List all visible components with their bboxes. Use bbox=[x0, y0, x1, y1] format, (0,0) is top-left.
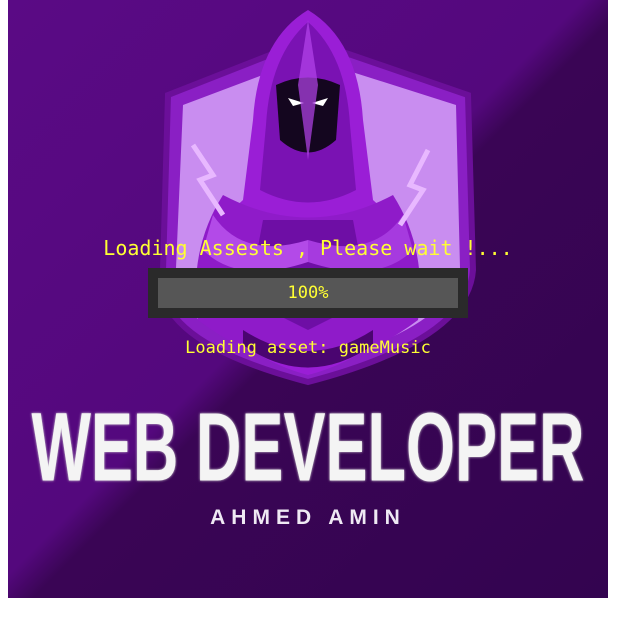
progress-bar-frame: 100% bbox=[148, 268, 468, 318]
page: WEB DEVELOPER AHMED AMIN Loading Assests… bbox=[0, 0, 620, 620]
loading-message: Loading Assests , Please wait !... bbox=[103, 236, 513, 260]
progress-bar-track: 100% bbox=[158, 278, 458, 308]
splash-title: WEB DEVELOPER bbox=[31, 393, 585, 503]
progress-percent-label: 100% bbox=[287, 283, 329, 303]
splash-subtitle: AHMED AMIN bbox=[210, 506, 406, 529]
asset-status-text: Loading asset: gameMusic bbox=[185, 338, 431, 358]
game-canvas[interactable]: WEB DEVELOPER AHMED AMIN Loading Assests… bbox=[8, 0, 608, 598]
